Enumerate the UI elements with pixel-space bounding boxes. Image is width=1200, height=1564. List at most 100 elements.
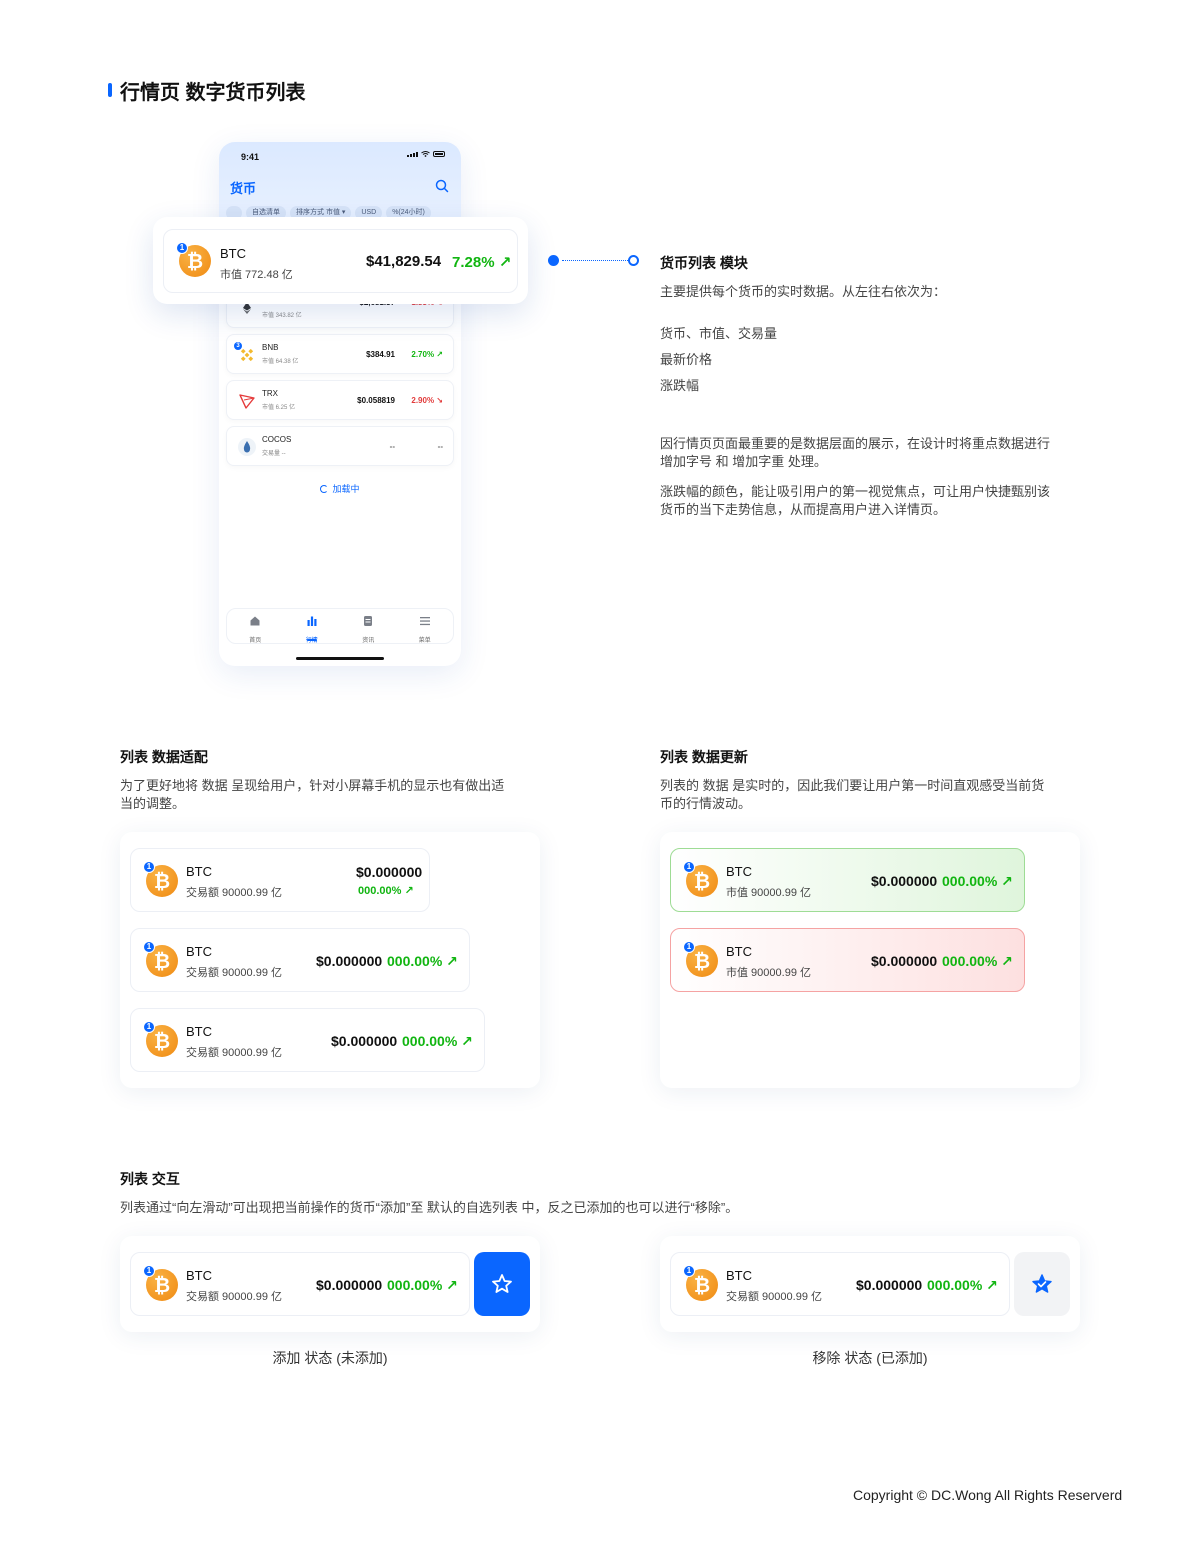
list-item-medium[interactable]: ₿ 1 BTC 交易额 90000.99 亿 $0.000000 000.00%…	[130, 928, 470, 992]
coin-price: $0.000000	[856, 1277, 923, 1293]
swipe-remove-panel: ₿ 1 BTC 交易额 90000.99 亿 $0.000000 000.00%…	[660, 1236, 1080, 1332]
update-desc: 币的行情波动。	[660, 796, 752, 811]
coin-change: 000.00% ↗	[402, 1033, 473, 1049]
list-item-price: $0.058819	[357, 396, 395, 405]
connector-start-dot	[548, 255, 559, 266]
connector-line	[562, 260, 628, 261]
menu-icon	[419, 617, 430, 626]
list-item[interactable]: TRX 市值 6.25 亿 $0.058819 2.90% ↘	[226, 380, 454, 420]
module-title: 货币列表 模块	[660, 255, 748, 271]
coin-market-cap: 市值 90000.99 亿	[726, 967, 811, 979]
list-item-name: BNB	[262, 343, 279, 352]
coin-change: 7.28% ↗	[452, 254, 512, 271]
coin-market-cap: 市值 90000.99 亿	[726, 887, 811, 899]
rank-badge: 3	[234, 342, 242, 350]
list-item-sub: 交易量 --	[262, 451, 286, 457]
tab-home[interactable]: 首页	[227, 609, 284, 644]
signal-icon	[407, 152, 418, 157]
section-title: 行情页 数字货币列表	[120, 82, 306, 104]
wifi-icon	[421, 151, 430, 157]
coin-change: 000.00% ↗	[942, 873, 1013, 889]
swipe-add-panel: ₿ 1 BTC 交易额 90000.99 亿 $0.000000 000.00%…	[120, 1236, 540, 1332]
module-para: 因行情页页面最重要的是数据层面的展示，在设计时将重点数据进行	[660, 436, 1051, 451]
list-item-price-down[interactable]: ₿ 1 BTC 市值 90000.99 亿 $0.000000 000.00% …	[670, 928, 1025, 992]
list-item-change: 2.70% ↗	[411, 350, 443, 359]
list-item-wide[interactable]: ₿ 1 BTC 交易额 90000.99 亿 $0.000000 000.00%…	[130, 1008, 485, 1072]
highlight-row[interactable]: ₿ 1 BTC 市值 772.48 亿 $41,829.54 7.28% ↗	[163, 229, 518, 293]
coin-name: BTC	[220, 246, 246, 261]
list-item-swiped[interactable]: ₿ 1 BTC 交易额 90000.99 亿 $0.000000 000.00%…	[130, 1252, 470, 1316]
add-favorite-button[interactable]	[474, 1252, 530, 1316]
list-item-swiped[interactable]: ₿ 1 BTC 交易额 90000.99 亿 $0.000000 000.00%…	[670, 1252, 1010, 1316]
spinner-icon	[320, 485, 329, 493]
page-title: 货币	[230, 181, 257, 196]
coin-price: $0.000000	[316, 953, 383, 969]
interact-desc: 列表通过“向左滑动”可出现把当前操作的货币“添加”至 默认的自选列表 中，反之已…	[120, 1200, 739, 1215]
trx-icon	[238, 392, 256, 410]
coin-name: BTC	[726, 1268, 752, 1283]
coin-change: 000.00% ↗	[358, 885, 414, 897]
coin-price: $0.000000	[871, 953, 938, 969]
home-icon	[250, 616, 260, 626]
list-item-change: 2.90% ↘	[411, 396, 443, 405]
adapt-panel: ₿ 1 BTC 交易额 90000.99 亿 $0.000000 000.00%…	[120, 832, 540, 1088]
rank-badge: 1	[143, 941, 155, 953]
module-para: 增加字号 和 增加字重 处理。	[660, 454, 827, 469]
status-time: 9:41	[241, 152, 260, 162]
coin-name: BTC	[186, 864, 212, 879]
star-outline-icon	[492, 1274, 512, 1293]
document-icon	[364, 616, 373, 626]
list-item-sub: 市值 343.82 亿	[262, 313, 302, 319]
module-item: 货币、市值、交易量	[660, 326, 778, 341]
section-accent-bar	[108, 83, 112, 97]
module-item: 最新价格	[660, 352, 713, 367]
battery-icon	[433, 151, 445, 157]
coin-name: BTC	[726, 944, 752, 959]
remove-favorite-button[interactable]	[1014, 1252, 1070, 1316]
tab-market[interactable]: 行情	[284, 609, 341, 644]
update-desc: 列表的 数据 是实时的，因此我们要让用户第一时间直观感受当前货	[660, 778, 1045, 793]
coin-volume: 交易额 90000.99 亿	[186, 887, 282, 899]
coin-price: $0.000000	[356, 864, 423, 880]
active-tab-indicator	[307, 639, 317, 641]
tab-news[interactable]: 资讯	[340, 609, 397, 644]
coin-name: BTC	[186, 1024, 212, 1039]
update-title: 列表 数据更新	[660, 749, 748, 765]
coin-change: 000.00% ↗	[387, 1277, 458, 1293]
caption-add-state: 添加 状态 (未添加)	[272, 1350, 388, 1366]
cocos-icon	[238, 438, 256, 456]
coin-price: $0.000000	[871, 873, 938, 889]
rank-badge: 1	[176, 242, 188, 254]
home-indicator	[296, 657, 384, 660]
coin-volume: 交易额 90000.99 亿	[726, 1291, 822, 1303]
search-icon[interactable]	[435, 179, 449, 193]
rank-badge: 1	[143, 861, 155, 873]
list-item-sub: 市值 6.25 亿	[262, 405, 296, 411]
coin-market-cap: 市值 772.48 亿	[220, 269, 293, 281]
list-item[interactable]: COCOS 交易量 -- -- --	[226, 426, 454, 466]
coin-price: $0.000000	[316, 1277, 383, 1293]
tab-bar: 首页 行情 资讯 菜单	[226, 608, 454, 644]
tab-menu[interactable]: 菜单	[397, 609, 454, 644]
list-item-price-up[interactable]: ₿ 1 BTC 市值 90000.99 亿 $0.000000 000.00% …	[670, 848, 1025, 912]
list-item[interactable]: 3 BNB 市值 64.38 亿 $384.91 2.70% ↗	[226, 334, 454, 374]
adapt-desc: 为了更好地将 数据 呈现给用户，针对小屏幕手机的显示也有做出适	[120, 778, 505, 793]
rank-badge: 1	[683, 1265, 695, 1277]
coin-change: 000.00% ↗	[942, 953, 1013, 969]
caption-remove-state: 移除 状态 (已添加)	[812, 1350, 928, 1366]
list-item-price: $384.91	[366, 350, 395, 359]
loading-indicator: 加载中	[219, 482, 461, 495]
list-item-change: --	[437, 442, 443, 451]
module-intro: 主要提供每个货币的实时数据。从左往右依次为：	[660, 284, 947, 299]
rank-badge: 1	[683, 941, 695, 953]
list-item-compact[interactable]: ₿ 1 BTC 交易额 90000.99 亿 $0.000000 000.00%…	[130, 848, 430, 912]
adapt-desc: 当的调整。	[120, 796, 186, 811]
rank-badge: 1	[143, 1021, 155, 1033]
coin-volume: 交易额 90000.99 亿	[186, 1047, 282, 1059]
list-item-sub: 市值 64.38 亿	[262, 359, 299, 365]
coin-price: $0.000000	[331, 1033, 398, 1049]
coin-name: BTC	[186, 1268, 212, 1283]
rank-badge: 1	[143, 1265, 155, 1277]
list-item-name: COCOS	[262, 435, 292, 444]
update-panel: ₿ 1 BTC 市值 90000.99 亿 $0.000000 000.00% …	[660, 832, 1080, 1088]
